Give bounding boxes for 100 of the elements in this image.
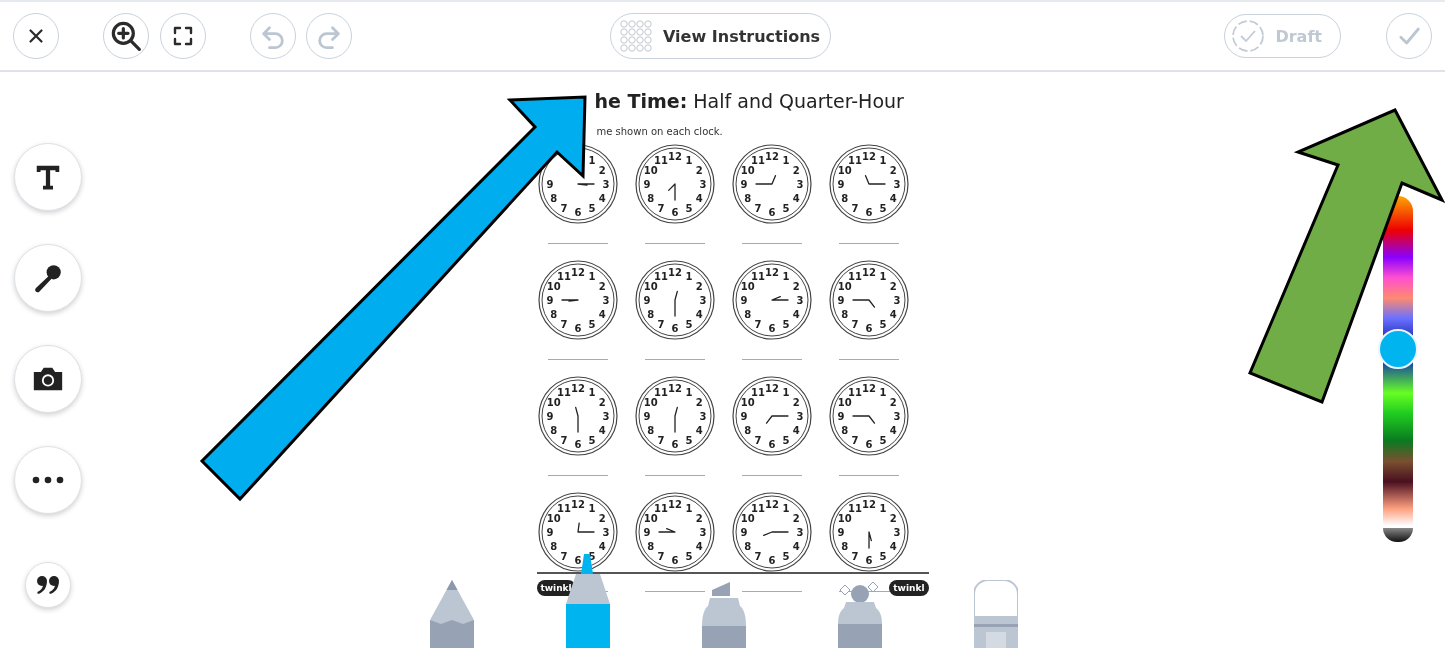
clock-numeral: 12 — [667, 151, 682, 162]
clock-numeral: 5 — [782, 203, 789, 215]
clock-numeral: 6 — [574, 323, 581, 334]
clock-numeral: 9 — [546, 411, 553, 422]
highlighter-tool[interactable] — [702, 580, 746, 648]
clock-numeral: 1 — [782, 386, 789, 398]
clock-numeral: 3 — [796, 411, 803, 422]
clock-numeral: 4 — [695, 541, 703, 552]
logo: twinkl — [889, 580, 929, 596]
close-button[interactable] — [13, 13, 59, 59]
clock-numeral: 11 — [750, 154, 765, 166]
clock-numeral: 2 — [598, 281, 606, 292]
clock-numeral: 10 — [643, 281, 658, 292]
clock-numeral: 12 — [764, 383, 779, 394]
spray-tool[interactable] — [838, 580, 882, 648]
clock-numeral: 8 — [549, 541, 557, 552]
clock-numeral: 6 — [865, 555, 872, 566]
clock-numeral: 9 — [837, 527, 844, 538]
more-tool-button[interactable] — [13, 446, 82, 514]
clock-numeral: 5 — [685, 203, 692, 215]
clock-hands — [754, 175, 776, 185]
clock-numeral: 10 — [643, 513, 658, 524]
zoom-in-button[interactable] — [103, 13, 149, 59]
clock-numeral: 11 — [556, 270, 571, 282]
clock-numeral: 5 — [782, 551, 789, 563]
color-swatch[interactable] — [1382, 528, 1413, 542]
clock-numeral: 7 — [560, 435, 567, 447]
zoom-in-icon — [110, 20, 142, 52]
clock-numeral: 1 — [879, 270, 886, 282]
clock-numeral: 6 — [768, 439, 775, 450]
clock-numeral: 8 — [743, 193, 751, 204]
clock-numeral: 3 — [602, 411, 609, 422]
clock-hands — [576, 183, 595, 186]
clock-numeral: 4 — [695, 193, 703, 204]
clock-numeral: 12 — [667, 499, 682, 510]
clock-numeral: 9 — [546, 527, 553, 538]
clock-numeral: 8 — [549, 309, 557, 320]
clock-numeral: 2 — [792, 513, 800, 524]
color-slider[interactable] — [1377, 196, 1418, 542]
clock-numeral: 12 — [764, 499, 779, 510]
clock-numeral: 10 — [643, 165, 658, 176]
clock-numeral: 8 — [840, 309, 848, 320]
clock-numeral: 8 — [743, 541, 751, 552]
clock-numeral: 12 — [570, 383, 585, 394]
clock-numeral: 2 — [792, 397, 800, 408]
clock-numeral: 6 — [865, 323, 872, 334]
clock-numeral: 1 — [782, 270, 789, 282]
clock-hands — [657, 527, 676, 533]
microphone-tool-button[interactable] — [13, 244, 82, 312]
quote-icon — [35, 575, 60, 595]
clock-numeral: 6 — [574, 439, 581, 450]
clock-numeral: 1 — [782, 154, 789, 166]
worksheet-title: he Time: Half and Quarter-Hour — [593, 90, 905, 112]
clock-numeral: 12 — [764, 151, 779, 162]
clock-numeral: 7 — [657, 435, 664, 447]
clock-numeral: 9 — [546, 179, 553, 190]
clock-numeral: 11 — [653, 154, 668, 166]
clock-numeral: 8 — [646, 425, 654, 436]
clock-numeral: 4 — [889, 425, 897, 436]
clock-numeral: 10 — [740, 397, 755, 408]
clock-numeral: 8 — [743, 309, 751, 320]
text-tool-button[interactable] — [13, 143, 82, 211]
clock-numeral: 9 — [643, 295, 650, 306]
clock-hands — [673, 406, 678, 433]
camera-tool-button[interactable] — [13, 345, 82, 413]
clock-numeral: 5 — [685, 551, 692, 563]
eraser-tool[interactable] — [974, 580, 1018, 648]
clock-numeral: 10 — [740, 513, 755, 524]
clock-numeral: 10 — [837, 513, 852, 524]
clock-numeral: 1 — [685, 502, 692, 514]
clock-numeral: 2 — [598, 397, 606, 408]
clock-numeral: 8 — [646, 541, 654, 552]
clock-numeral: 4 — [889, 541, 897, 552]
color-slider-thumb[interactable] — [1377, 329, 1418, 369]
clock-numeral: 10 — [837, 165, 852, 176]
clock-numeral: 2 — [889, 281, 897, 292]
clock-numeral: 11 — [653, 502, 668, 514]
view-instructions-button[interactable]: View Instructions — [610, 13, 832, 59]
clock-numeral: 11 — [556, 386, 571, 398]
clock-numeral: 6 — [768, 555, 775, 566]
fullscreen-button[interactable] — [160, 13, 206, 59]
pencil-icon — [430, 580, 474, 648]
clock-numeral: 11 — [556, 502, 571, 514]
clock-numeral: 3 — [796, 295, 803, 306]
clock-numeral: 10 — [643, 397, 658, 408]
clock-numeral: 3 — [893, 411, 900, 422]
quote-tool-button[interactable] — [24, 562, 71, 608]
clock-hands — [667, 183, 676, 201]
clock-numeral: 8 — [646, 309, 654, 320]
pencil-tool[interactable] — [430, 580, 474, 648]
clock-numeral: 5 — [782, 435, 789, 447]
clock-numeral: 6 — [865, 207, 872, 218]
clock-numeral: 9 — [643, 411, 650, 422]
clock-numeral: 5 — [588, 203, 595, 215]
clock-numeral: 5 — [879, 551, 886, 563]
clock-hands — [560, 299, 579, 302]
clock-numeral: 2 — [792, 165, 800, 176]
clock-numeral: 4 — [695, 309, 703, 320]
clock-numeral: 3 — [602, 179, 609, 190]
clock-numeral: 4 — [792, 541, 800, 552]
